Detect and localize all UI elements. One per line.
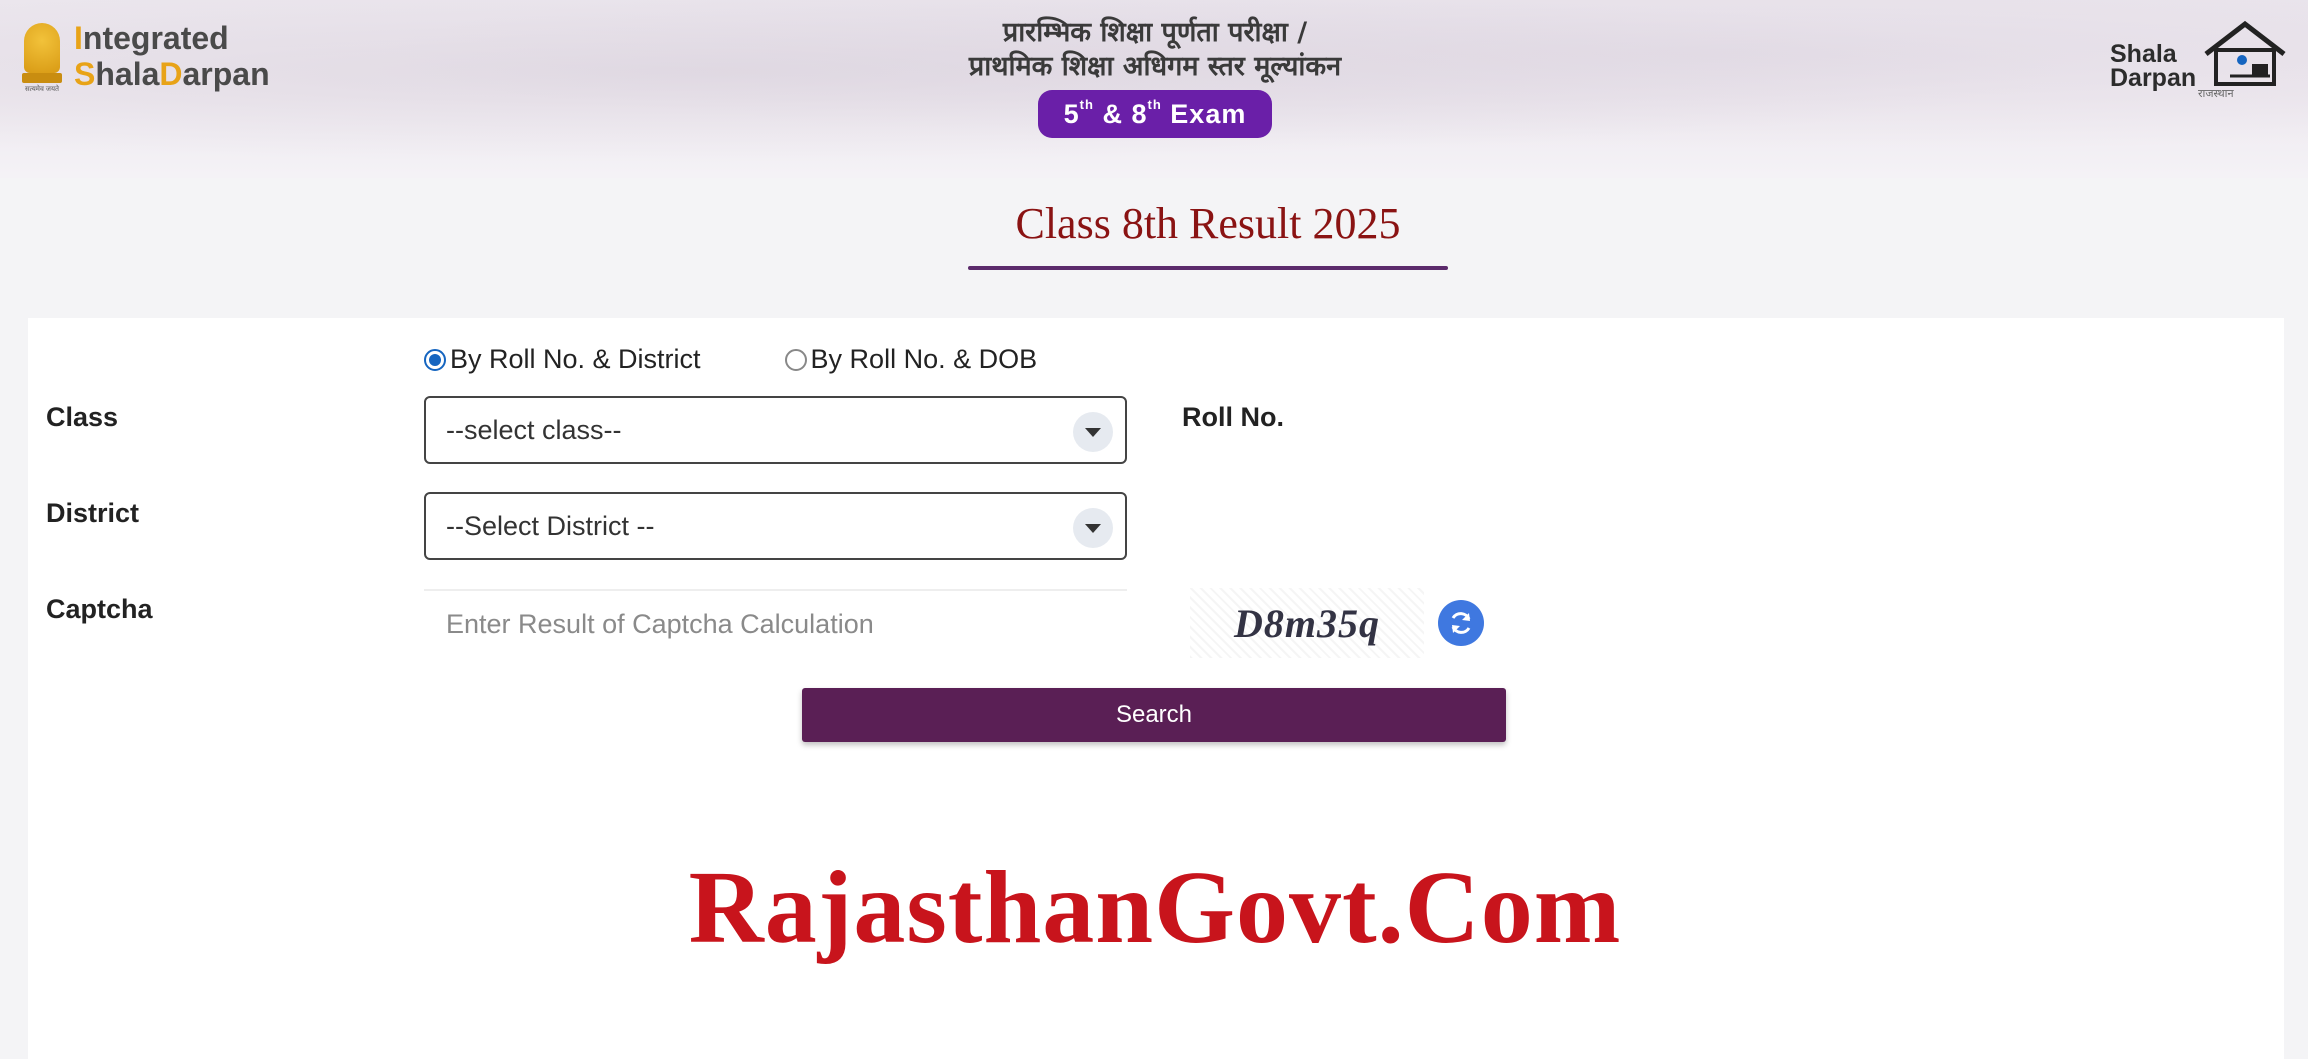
shala-darpan-logo[interactable]: Shala Darpan राजस्थान (2110, 20, 2296, 100)
class-select[interactable]: --select class-- (424, 396, 1127, 464)
class-label: Class (46, 402, 119, 432)
captcha-input[interactable] (424, 589, 1127, 657)
radio-by-roll-district[interactable]: By Roll No. & District (424, 344, 701, 375)
captcha-label: Captcha (46, 594, 153, 624)
chevron-down-icon (1073, 508, 1113, 548)
radio-by-roll-dob[interactable]: By Roll No. & DOB (784, 344, 1037, 375)
radio-button-unchecked[interactable] (784, 348, 807, 371)
district-label: District (46, 498, 140, 528)
captcha-image: D8m35q (1190, 588, 1424, 658)
roll-no-label: Roll No. (1182, 402, 1284, 432)
shala-darpan-subtext: राजस्थान (2198, 88, 2234, 100)
exam-badge: 5th & 8th Exam (1037, 90, 1273, 138)
title-underline (968, 266, 1448, 270)
search-mode-radio-group: By Roll No. & District By Roll No. & DOB (424, 344, 1037, 375)
hindi-title-line2: प्राथमिक शिक्षा अधिगम स्तर मूल्यांकन (968, 51, 1342, 82)
hindi-title-line1: प्रारम्भिक शिक्षा पूर्णता परीक्षा / (1002, 17, 1308, 48)
header-exam-title: प्रारम्भिक शिक्षा पूर्णता परीक्षा / प्रा… (860, 16, 1450, 138)
district-select[interactable]: --Select District -- (424, 492, 1127, 560)
integrated-shaladarpan-logo[interactable]: सत्यमेव जयते Integrated ShalaDarpan (18, 16, 270, 96)
shala-darpan-text: Shala Darpan (2110, 40, 2197, 92)
house-icon (2204, 20, 2286, 86)
brand-text: Integrated ShalaDarpan (74, 20, 270, 92)
emblem-motto: सत्यमेव जयते (24, 86, 60, 93)
refresh-captcha-icon[interactable] (1438, 600, 1484, 646)
page-title: Class 8th Result 2025 (1015, 199, 1401, 248)
watermark-text: RajasthanGovt.Com (688, 850, 1622, 965)
chevron-down-icon (1073, 412, 1113, 452)
state-emblem-icon: सत्यमेव जयते (18, 17, 66, 95)
search-button[interactable]: Search (802, 688, 1506, 742)
radio-button-checked[interactable] (424, 348, 446, 371)
